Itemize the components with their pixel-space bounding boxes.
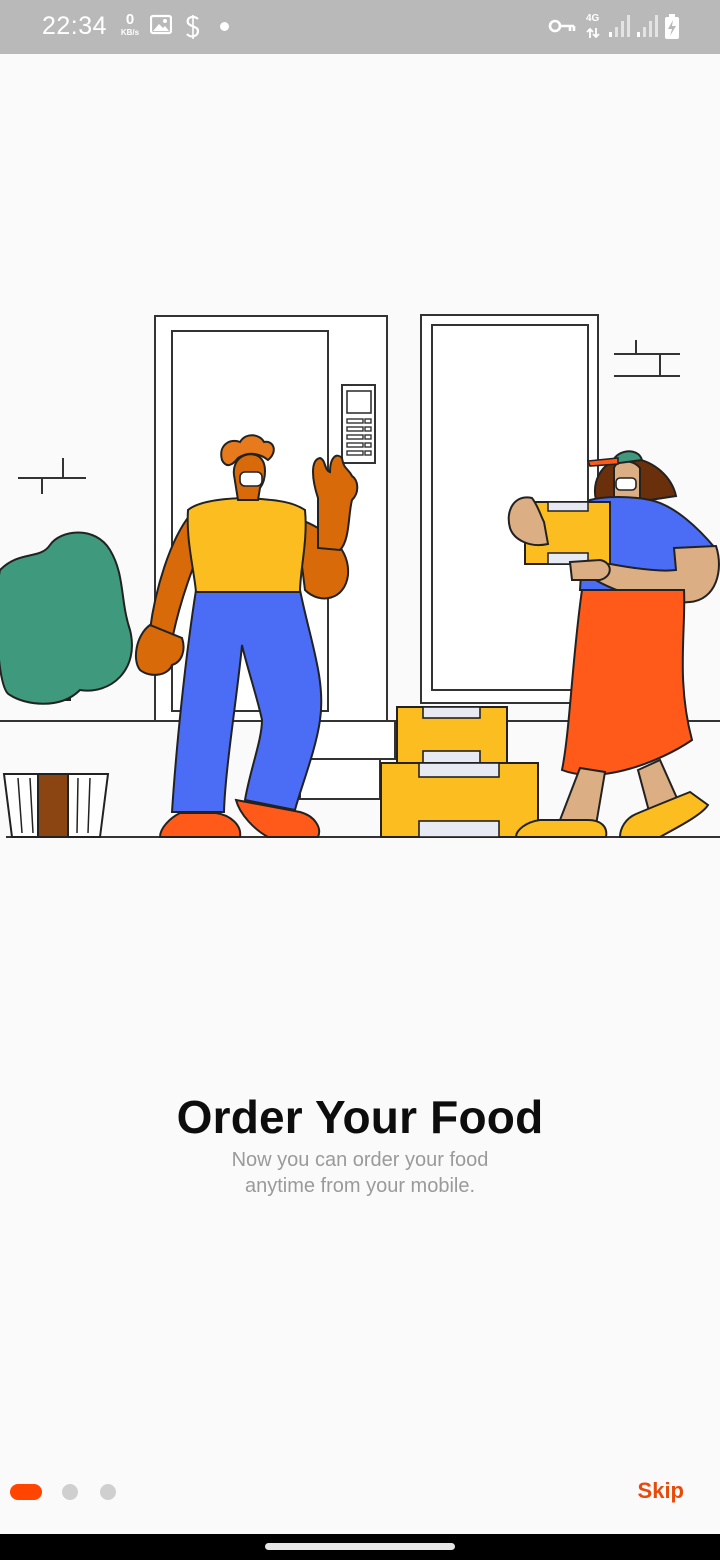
page-dot-3[interactable] — [100, 1484, 116, 1500]
food-delivery-illustration — [0, 314, 720, 838]
signal-icon — [608, 14, 630, 43]
vpn-key-icon — [548, 18, 576, 39]
subtitle-line: Now you can order your food — [231, 1149, 489, 1171]
status-bar: 22:34 0 KB/s 4G — [0, 0, 720, 54]
onboarding-title: Order Your Food — [176, 1091, 544, 1143]
net-speed-value: 0 — [125, 11, 135, 28]
net-speed-unit: KB/s — [120, 28, 140, 37]
home-gesture-handle[interactable] — [265, 1543, 455, 1550]
data-arrows-icon — [586, 26, 600, 44]
network-type-label: 4G — [586, 13, 600, 24]
notification-dot — [220, 22, 229, 31]
page-dot-2[interactable] — [62, 1484, 78, 1500]
navigation-bar — [0, 1534, 720, 1560]
signal-icon — [636, 14, 658, 43]
onboarding-subtitle: Now you can order your food anytime from… — [160, 1147, 560, 1199]
status-time: 22:34 — [42, 12, 108, 40]
net-speed-indicator: 0 KB/s — [116, 12, 144, 37]
skip-button[interactable]: Skip — [638, 1478, 684, 1504]
image-icon — [149, 14, 173, 41]
page-dot-1-active[interactable] — [10, 1484, 42, 1500]
sync-icon — [183, 14, 203, 45]
subtitle-line: anytime from your mobile. — [244, 1175, 476, 1197]
battery-charging-icon — [664, 14, 680, 45]
